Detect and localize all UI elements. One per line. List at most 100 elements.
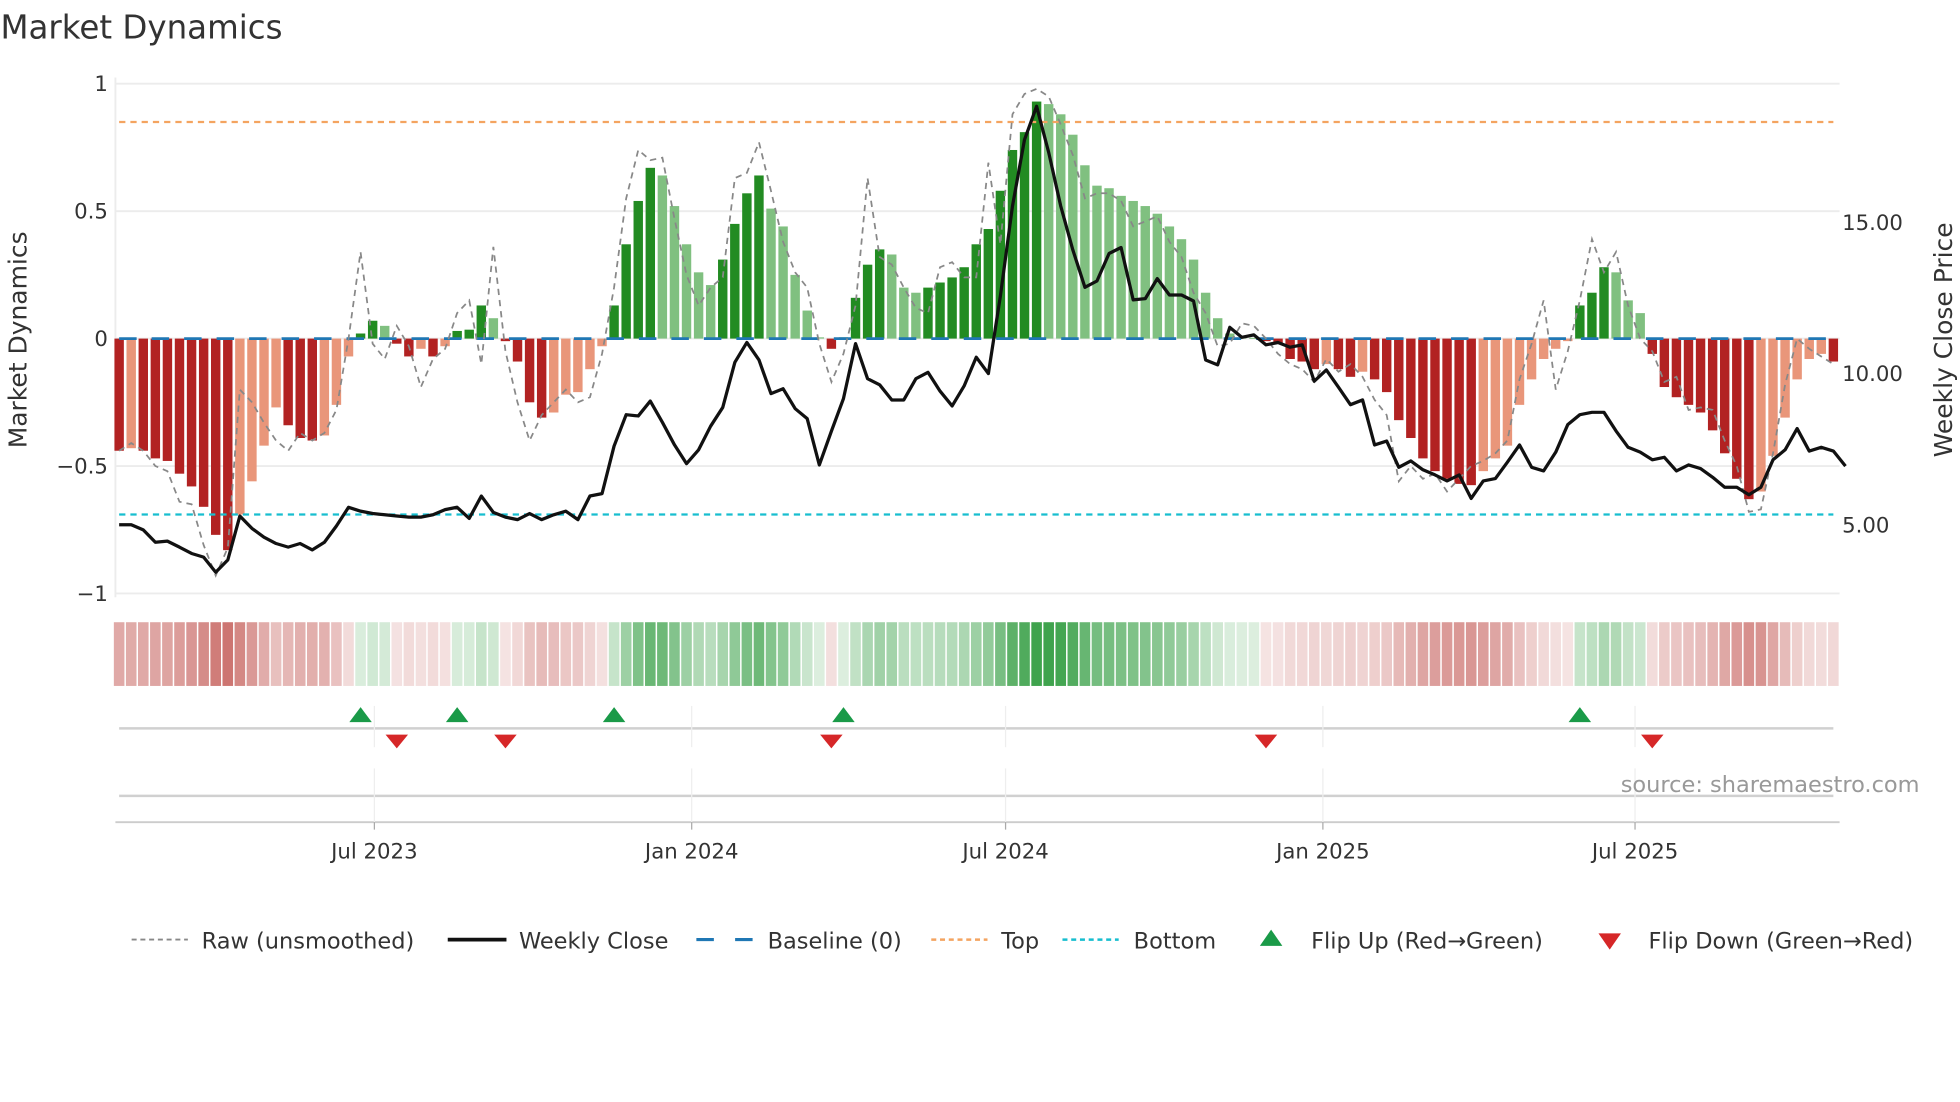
y-tick-label: −0.5 [56,455,108,480]
momentum-bar [971,244,981,339]
momentum-bar [1406,338,1416,439]
regime-cell [717,622,729,686]
momentum-bar [1442,338,1452,479]
regime-cell [1659,622,1670,686]
regime-cell [886,622,898,686]
regime-cell [1381,622,1392,686]
regime-cell [246,622,258,686]
regime-cell [1417,622,1429,686]
regime-cell [403,622,415,686]
momentum-bar [693,272,704,339]
momentum-bar [1333,338,1344,370]
momentum-bar [1768,338,1778,456]
regime-cell [270,622,282,686]
momentum-bar [669,206,680,339]
momentum-bar [874,249,885,339]
momentum-bar [223,338,233,551]
regime-cell [874,622,885,686]
momentum-bar [150,338,161,459]
momentum-bar [138,338,148,451]
momentum-bar [126,338,136,449]
regime-cell [1067,622,1079,686]
source-label: source: sharemaestro.com [1621,772,1920,798]
regime-cell [1043,622,1054,686]
momentum-bar [1587,292,1597,339]
regime-cell [705,622,716,686]
x-tick-label: Jul 2023 [329,839,417,864]
regime-cell [488,622,499,686]
momentum-bar [1152,213,1163,339]
regime-cell [1828,622,1839,686]
regime-cell [1055,622,1067,686]
momentum-bar [923,287,933,339]
regime-cell [1345,622,1356,686]
regime-cell [125,622,137,686]
momentum-bar [1176,239,1187,339]
regime-cell [1550,622,1561,686]
regime-cell [1308,622,1320,686]
regime-cell [1695,622,1706,686]
regime-cell [1284,622,1296,686]
regime-cell [463,622,475,686]
momentum-bar [826,338,837,349]
regime-cell [1369,622,1380,686]
momentum-bar [198,338,209,507]
regime-cell [995,622,1006,686]
momentum-bar [174,338,185,474]
regime-cell [1502,622,1513,686]
regime-cell [1200,622,1211,686]
regime-cell [258,622,270,686]
momentum-bar [1599,267,1609,339]
regime-cell [584,622,596,686]
momentum-bar [911,292,921,339]
regime-cell [729,622,741,686]
regime-cell [1803,622,1815,686]
momentum-bar [307,338,318,441]
momentum-bar [271,338,281,408]
flip-up-marker [832,707,855,723]
regime-cell [1127,622,1139,686]
momentum-bar [319,338,330,436]
regime-cell [1393,622,1405,686]
momentum-bar [536,338,547,418]
regime-cell [1755,622,1767,686]
regime-cell [958,622,970,686]
y2-axis-label: Weekly Close Price [1929,222,1958,457]
y-tick-label: 0.5 [74,200,108,225]
momentum-bar [1212,318,1223,339]
regime-cell [1357,622,1368,686]
regime-cell [186,622,197,686]
momentum-bar [621,244,631,339]
regime-cell [1103,622,1115,686]
regime-cell [1272,622,1284,686]
momentum-bar [1744,338,1754,500]
regime-cell [222,622,234,686]
momentum-bar [416,338,426,349]
regime-cell [1610,622,1622,686]
regime-cell [1453,622,1465,686]
momentum-bar [766,208,776,339]
x-tick-label: Jul 2025 [1590,839,1678,864]
regime-cell [1115,622,1127,686]
regime-cell [1333,622,1344,686]
regime-cell [524,622,535,686]
regime-cell [1622,622,1634,686]
regime-cell [620,622,632,686]
momentum-bar [186,338,197,487]
legend-label-baseline: Baseline (0) [768,928,902,954]
regime-cell [439,622,451,686]
regime-cell [1224,622,1236,686]
momentum-bar [657,175,668,339]
regime-cell [1212,622,1223,686]
regime-cell [608,622,620,686]
momentum-bar [633,200,643,339]
momentum-bar [1720,338,1730,454]
y2-tick-label: 15.00 [1842,211,1903,236]
regime-cell [1526,622,1537,686]
regime-cell [741,622,753,686]
momentum-bar [561,338,571,395]
regime-cell [1767,622,1779,686]
regime-cell [234,622,246,686]
momentum-bar [754,175,764,339]
momentum-bar [1635,313,1645,339]
